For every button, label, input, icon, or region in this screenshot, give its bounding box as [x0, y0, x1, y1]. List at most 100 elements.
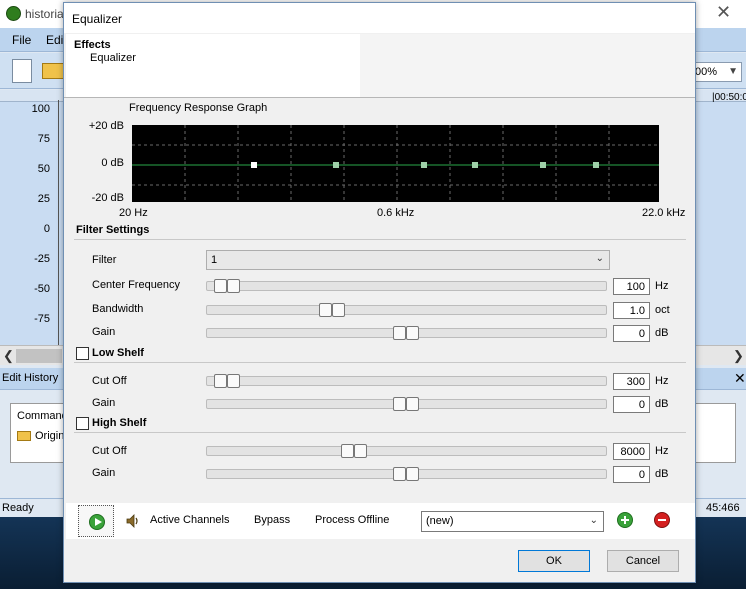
active-band-marker[interactable] — [251, 162, 257, 168]
preview-play-button[interactable] — [78, 505, 114, 537]
bandwidth-slider[interactable] — [206, 303, 607, 317]
unit-label: dB — [655, 327, 669, 339]
edit-history-title: Edit History — [2, 372, 59, 384]
gain-label: Gain — [92, 326, 116, 338]
high-shelf-gain-slider[interactable] — [206, 467, 607, 481]
slider-thumb[interactable] — [393, 326, 420, 340]
open-folder-icon[interactable] — [42, 63, 64, 79]
menu-edit[interactable]: Edi — [46, 33, 63, 47]
high-shelf-cutoff-slider[interactable] — [206, 444, 607, 458]
amplitude-label: -25 — [34, 253, 50, 265]
bandwidth-input[interactable]: 1.0 — [613, 302, 650, 319]
filter-select[interactable]: 1 ⌄ — [206, 250, 610, 270]
filter-label: Filter — [92, 254, 117, 266]
divider — [74, 239, 686, 240]
low-shelf-gain-label: Gain — [92, 397, 116, 409]
divider — [64, 97, 695, 98]
preset-select[interactable]: (new) ⌄ — [421, 511, 604, 532]
speaker-icon[interactable] — [125, 513, 141, 529]
unit-label: Hz — [655, 445, 669, 457]
high-shelf-gain-input[interactable]: 0 — [613, 466, 650, 483]
low-shelf-cutoff-label: Cut Off — [92, 375, 127, 387]
ok-button[interactable]: OK — [518, 550, 590, 572]
gain-slider[interactable] — [206, 326, 607, 340]
amplitude-label: 25 — [37, 193, 50, 205]
bypass-toggle[interactable]: Bypass — [254, 514, 290, 526]
unit-label: Hz — [655, 375, 669, 387]
center-frequency-input[interactable]: 100 — [613, 278, 650, 295]
equalizer-dialog: Equalizer Effects Equalizer Frequency Re… — [63, 2, 696, 583]
background-window-title: historia — [25, 7, 64, 21]
amplitude-label: 100 — [31, 103, 50, 115]
effect-name: Equalizer — [90, 52, 136, 64]
graph-canvas — [132, 125, 659, 202]
column-header: Command — [17, 410, 68, 422]
band-marker[interactable] — [333, 162, 339, 168]
amplitude-label: -50 — [34, 283, 50, 295]
high-shelf-title: High Shelf — [92, 417, 147, 429]
unit-label: dB — [655, 468, 669, 480]
app-icon — [6, 6, 21, 21]
band-marker[interactable] — [421, 162, 427, 168]
graph-title: Frequency Response Graph — [129, 102, 268, 114]
graph-x-label: 20 Hz — [119, 207, 148, 219]
effects-info-panel — [360, 34, 695, 97]
low-shelf-cutoff-slider[interactable] — [206, 374, 607, 388]
band-marker[interactable] — [540, 162, 546, 168]
slider-thumb[interactable] — [214, 374, 241, 388]
band-marker[interactable] — [593, 162, 599, 168]
unit-label: oct — [655, 304, 670, 316]
bandwidth-label: Bandwidth — [92, 303, 144, 315]
high-shelf-checkbox[interactable] — [76, 417, 89, 430]
preset-select-value: (new) — [426, 515, 454, 527]
scrollbar-thumb[interactable] — [16, 349, 62, 363]
close-icon[interactable]: ✕ — [716, 2, 731, 23]
low-shelf-cutoff-input[interactable]: 300 — [613, 373, 650, 390]
gain-input[interactable]: 0 — [613, 325, 650, 342]
graph-y-label: -20 dB — [91, 192, 124, 204]
center-frequency-label: Center Frequency — [92, 279, 181, 291]
amplitude-label: 50 — [37, 163, 50, 175]
remove-preset-icon[interactable] — [654, 512, 670, 528]
menu-file[interactable]: File — [12, 33, 31, 47]
divider — [74, 432, 686, 433]
low-shelf-gain-input[interactable]: 0 — [613, 396, 650, 413]
chevron-down-icon: ⌄ — [595, 253, 604, 264]
scroll-right-icon[interactable]: ❯ — [733, 348, 744, 364]
slider-thumb[interactable] — [214, 279, 241, 293]
status-time: 45:466 — [706, 502, 740, 514]
add-preset-icon[interactable] — [617, 512, 633, 528]
active-channels-button[interactable]: Active Channels — [150, 514, 230, 526]
amplitude-label: 0 — [43, 223, 50, 235]
filter-settings-title: Filter Settings — [76, 224, 150, 236]
close-icon[interactable]: ✕ — [734, 370, 746, 387]
graph-y-label: +20 dB — [88, 120, 124, 132]
high-shelf-cutoff-label: Cut Off — [92, 445, 127, 457]
folder-icon — [17, 431, 31, 441]
zoom-value: 00% — [695, 66, 718, 78]
high-shelf-gain-label: Gain — [92, 467, 116, 479]
band-marker[interactable] — [472, 162, 478, 168]
low-shelf-checkbox[interactable] — [76, 347, 89, 360]
dialog-title: Equalizer — [72, 12, 123, 26]
zoom-select[interactable]: 00% ▼ — [692, 62, 742, 82]
frequency-response-graph[interactable] — [132, 125, 659, 202]
slider-thumb[interactable] — [393, 467, 420, 481]
high-shelf-cutoff-input[interactable]: 8000 — [613, 443, 650, 460]
graph-y-label: 0 dB — [101, 157, 124, 169]
new-file-icon[interactable] — [12, 59, 32, 83]
chevron-down-icon: ⌄ — [589, 515, 598, 526]
process-offline-toggle[interactable]: Process Offline — [315, 514, 389, 526]
divider — [74, 362, 686, 363]
chevron-down-icon: ▼ — [728, 66, 738, 77]
dialog-titlebar: Equalizer — [64, 3, 695, 33]
graph-x-label: 0.6 kHz — [377, 207, 415, 219]
cancel-button[interactable]: Cancel — [607, 550, 679, 572]
slider-thumb[interactable] — [393, 397, 420, 411]
slider-thumb[interactable] — [319, 303, 346, 317]
play-icon — [89, 514, 105, 530]
scroll-left-icon[interactable]: ❮ — [3, 348, 14, 364]
low-shelf-gain-slider[interactable] — [206, 397, 607, 411]
slider-thumb[interactable] — [341, 444, 368, 458]
center-frequency-slider[interactable] — [206, 279, 607, 293]
